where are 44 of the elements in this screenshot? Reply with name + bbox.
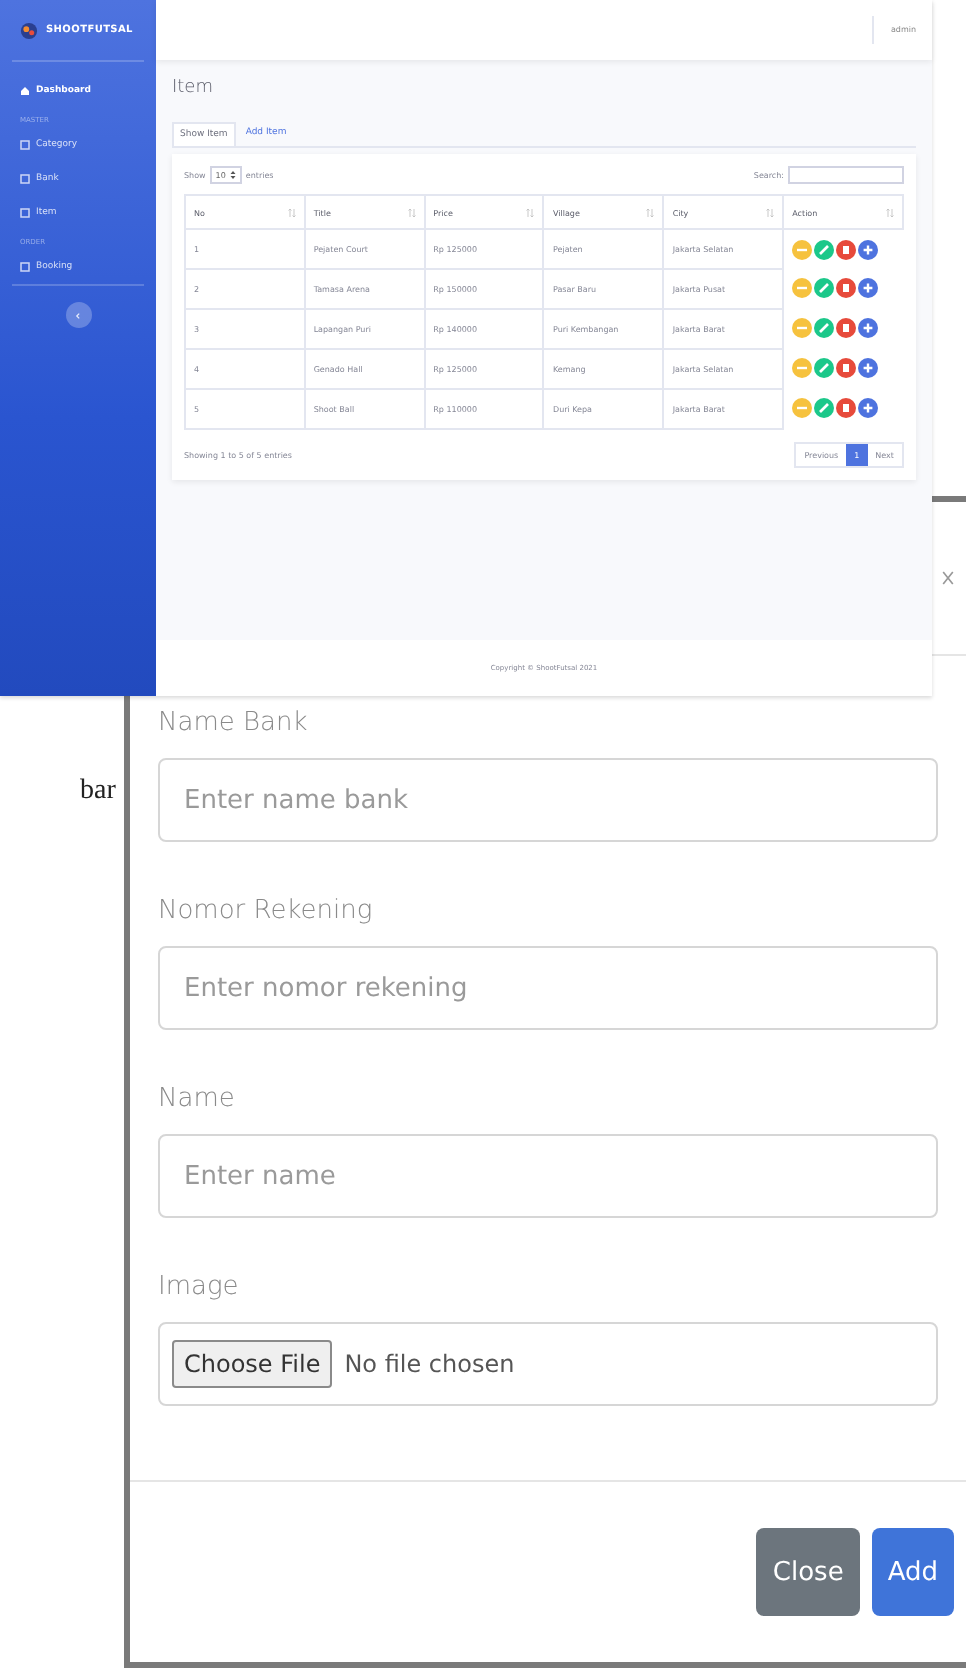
logo-icon — [20, 21, 38, 39]
sort-icon — [526, 207, 535, 217]
field-label: Name — [158, 1084, 237, 1114]
field-label: Name Bank — [158, 708, 310, 738]
sort-icon — [407, 207, 416, 217]
action-button[interactable] — [814, 239, 835, 259]
action-button[interactable] — [814, 278, 835, 298]
file-status: No file chosen — [344, 1350, 515, 1378]
home-icon — [20, 86, 30, 96]
page-title: Item — [172, 78, 215, 98]
action-button[interactable] — [858, 318, 879, 338]
field-label: Nomor Rekening — [158, 896, 375, 926]
field-label: Image — [158, 1272, 241, 1302]
action-button[interactable] — [858, 278, 879, 298]
add-button[interactable]: Add — [871, 1528, 954, 1616]
search-field[interactable] — [788, 166, 904, 184]
square-icon — [20, 174, 30, 184]
page-text: bar — [80, 776, 116, 808]
action-button[interactable] — [814, 398, 835, 418]
action-button[interactable] — [836, 358, 857, 378]
action-button[interactable] — [836, 398, 857, 418]
input-field[interactable]: Enter name bank — [158, 758, 938, 842]
sort-icon — [766, 207, 775, 217]
action-button[interactable] — [836, 318, 857, 338]
action-button[interactable] — [858, 239, 879, 259]
sort-icon — [287, 207, 296, 217]
input-field[interactable]: Enter nomor rekening — [158, 946, 938, 1030]
updown-icon — [229, 170, 236, 180]
action-button[interactable] — [814, 318, 835, 338]
action-button[interactable] — [858, 358, 879, 378]
choose-file-button[interactable]: Choose File — [172, 1340, 333, 1388]
close-button[interactable]: Close — [756, 1528, 860, 1616]
action-button[interactable] — [858, 398, 879, 418]
sidebar-toggle-button[interactable] — [65, 302, 91, 328]
action-button[interactable] — [814, 358, 835, 378]
square-icon — [20, 262, 30, 272]
square-icon — [20, 208, 30, 218]
sort-icon — [646, 207, 655, 217]
action-button[interactable] — [836, 239, 857, 259]
file-field[interactable]: Choose File No file chosen — [158, 1322, 938, 1406]
close-icon[interactable] — [942, 566, 954, 590]
action-button[interactable] — [836, 278, 857, 298]
input-field[interactable]: Enter name — [158, 1134, 938, 1218]
square-icon — [20, 140, 30, 150]
